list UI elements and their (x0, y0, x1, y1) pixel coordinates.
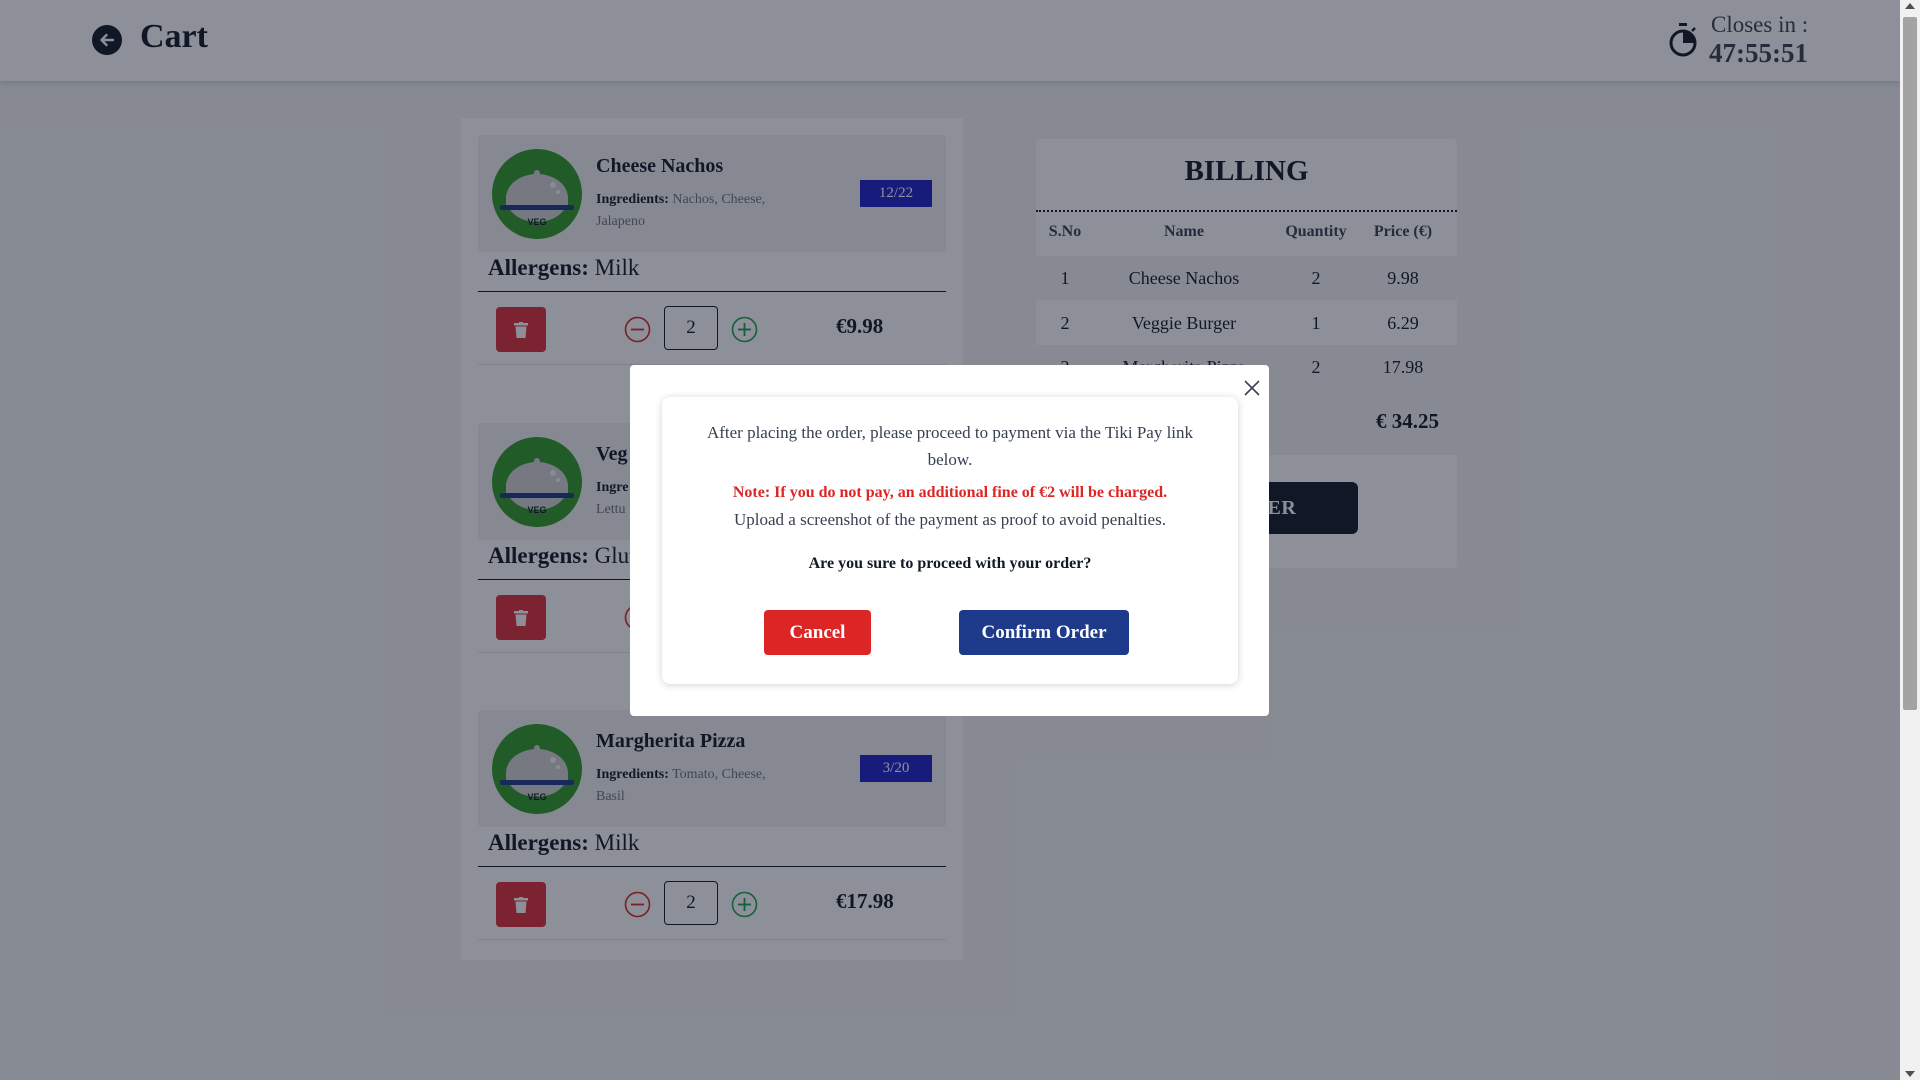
modal-content: After placing the order, please proceed … (662, 397, 1238, 684)
confirm-question: Are you sure to proceed with your order? (808, 555, 1092, 572)
scrollbar-thumb[interactable] (1903, 17, 1917, 710)
confirm-order-button[interactable]: Confirm Order (959, 610, 1129, 655)
upload-note: Upload a screenshot of the payment as pr… (734, 510, 1166, 529)
vertical-scrollbar[interactable] (1900, 0, 1920, 1080)
scroll-up-arrow-icon[interactable] (1905, 3, 1915, 9)
close-icon[interactable] (1241, 377, 1263, 399)
scroll-down-arrow-icon[interactable] (1905, 1071, 1915, 1077)
fine-warning: Note: If you do not pay, an additional f… (732, 484, 1168, 501)
confirm-order-modal: After placing the order, please proceed … (630, 365, 1269, 716)
payment-instructions: After placing the order, please proceed … (706, 423, 1194, 469)
cancel-button[interactable]: Cancel (764, 610, 871, 655)
